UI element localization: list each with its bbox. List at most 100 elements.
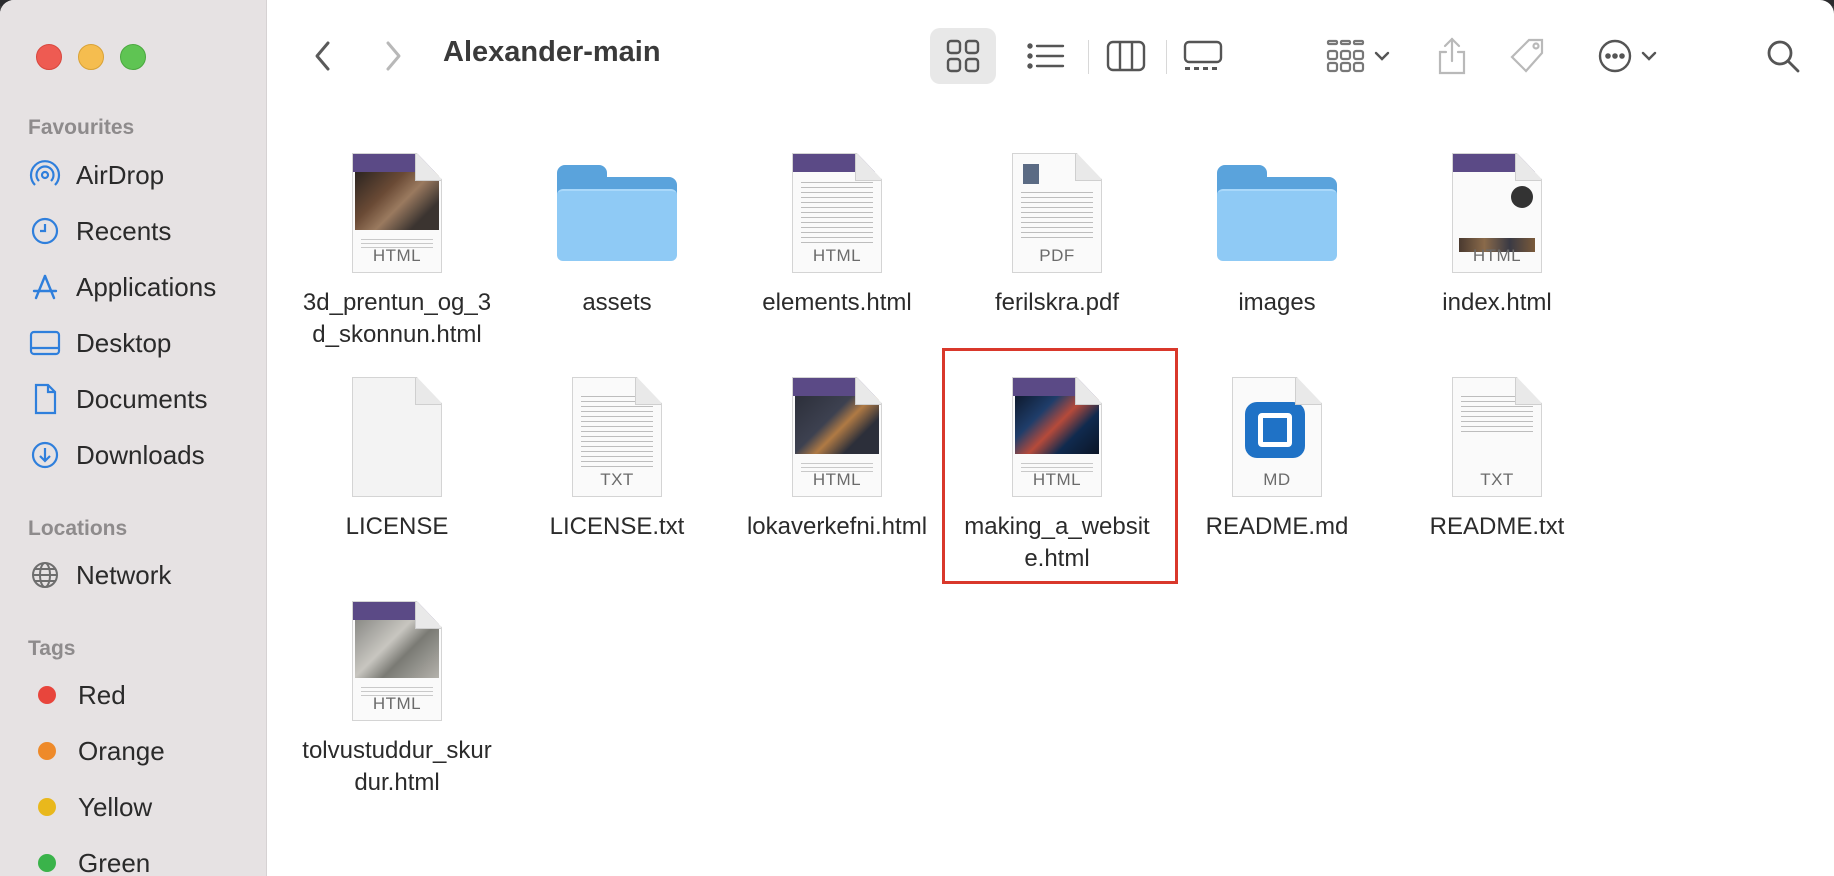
group-icon [1326, 39, 1365, 73]
globe-icon [28, 558, 62, 592]
sidebar-item-label: Recents [76, 215, 172, 246]
columns-icon [1106, 40, 1146, 72]
sidebar-item-network[interactable]: Network [28, 555, 171, 595]
share-icon [1438, 37, 1466, 75]
orange-tag-dot [38, 742, 56, 760]
text-file-icon: TXT [502, 362, 732, 497]
file-name: tolvustuddur_skur [302, 737, 492, 764]
file-item[interactable]: LICENSE [282, 362, 512, 543]
folder-icon [502, 138, 732, 273]
gallery-icon [1183, 40, 1223, 70]
toolbar-separator [1166, 40, 1167, 74]
sidebar-section-tags: Tags [28, 637, 76, 660]
file-name: ferilskra.pdf [994, 289, 1120, 316]
chevron-left-icon [315, 41, 330, 71]
file-name: d_skonnun.html [312, 321, 482, 348]
list-view-button[interactable] [1016, 28, 1076, 84]
forward-button[interactable] [376, 36, 410, 76]
search-button[interactable] [1762, 32, 1804, 80]
sidebar-item-label: Downloads [76, 439, 205, 470]
file-name: elements.html [762, 289, 912, 316]
desktop-icon [28, 326, 62, 360]
file-item[interactable]: TXT README.txt [1382, 362, 1612, 543]
selection-highlight [942, 348, 1178, 584]
download-icon [28, 438, 62, 472]
tag-icon [1510, 38, 1544, 73]
group-by-button[interactable] [1318, 28, 1398, 84]
file-name: README.txt [1429, 513, 1565, 540]
sidebar-tag-red[interactable]: Red [28, 675, 126, 715]
sidebar-item-label: Documents [76, 383, 208, 414]
clock-icon [28, 214, 62, 248]
gallery-view-button[interactable] [1172, 28, 1234, 84]
file-item[interactable]: TXT LICENSE.txt [502, 362, 732, 543]
minimize-window-button[interactable] [78, 44, 104, 70]
more-actions-button[interactable] [1590, 28, 1664, 84]
applications-icon [28, 270, 62, 304]
sidebar-item-recents[interactable]: Recents [28, 211, 171, 251]
sidebar-item-downloads[interactable]: Downloads [28, 435, 205, 475]
close-window-button[interactable] [36, 44, 62, 70]
file-name: index.html [1442, 289, 1552, 316]
search-icon [1767, 40, 1800, 73]
text-file-icon: TXT [1382, 362, 1612, 497]
sidebar-section-locations: Locations [28, 517, 128, 540]
airdrop-icon [28, 158, 62, 192]
folder-icon [1162, 138, 1392, 273]
file-name: dur.html [354, 769, 440, 796]
blank-file-icon [282, 362, 512, 497]
file-item[interactable]: HTML tolvustuddur_skur dur.html [282, 586, 512, 799]
html-file-icon: HTML [282, 138, 512, 273]
file-item[interactable]: HTML elements.html [722, 138, 952, 319]
sidebar-section-favourites: Favourites [28, 116, 135, 139]
icon-view-button[interactable] [930, 28, 996, 84]
sidebar: Favourites AirDrop Recents Applications … [0, 0, 267, 876]
finder-window: Favourites AirDrop Recents Applications … [0, 0, 1834, 876]
sidebar-item-airdrop[interactable]: AirDrop [28, 155, 164, 195]
file-name: LICENSE.txt [549, 513, 685, 540]
sidebar-item-label: Desktop [76, 327, 172, 358]
file-item[interactable]: PDF ferilskra.pdf [942, 138, 1172, 319]
html-file-icon: HTML [1382, 138, 1612, 273]
file-item[interactable]: MD README.md [1162, 362, 1392, 543]
file-item[interactable]: HTML 3d_prentun_og_3 d_skonnun.html [282, 138, 512, 351]
html-file-icon: HTML [722, 362, 952, 497]
chevron-down-icon [1374, 51, 1390, 61]
sidebar-item-label: Network [76, 559, 172, 590]
file-name: README.md [1205, 513, 1349, 540]
back-button[interactable] [306, 36, 340, 76]
sidebar-tag-orange[interactable]: Orange [28, 731, 165, 771]
sidebar-item-label: Orange [78, 735, 165, 766]
ellipsis-circle-icon [1598, 39, 1632, 73]
tags-button[interactable] [1506, 28, 1550, 84]
sidebar-item-documents[interactable]: Documents [28, 379, 208, 419]
sidebar-item-label: Green [78, 847, 151, 876]
sidebar-item-label: Yellow [78, 791, 153, 822]
red-tag-dot [38, 686, 56, 704]
share-button[interactable] [1432, 28, 1472, 84]
column-view-button[interactable] [1096, 28, 1156, 84]
folder-item[interactable]: assets [502, 138, 732, 319]
sidebar-tag-green[interactable]: Green [28, 843, 150, 876]
file-item[interactable]: HTML lokaverkefni.html [722, 362, 952, 543]
pdf-file-icon: PDF [942, 138, 1172, 273]
markdown-file-icon: MD [1162, 362, 1392, 497]
sidebar-item-label: Red [78, 679, 126, 710]
file-name: assets [582, 289, 652, 316]
window-title: Alexander-main [443, 36, 661, 68]
file-name: images [1238, 289, 1316, 316]
zoom-window-button[interactable] [120, 44, 146, 70]
sidebar-item-applications[interactable]: Applications [28, 267, 216, 307]
sidebar-tag-yellow[interactable]: Yellow [28, 787, 152, 827]
sidebar-item-desktop[interactable]: Desktop [28, 323, 171, 363]
grid-icon [946, 39, 980, 73]
file-item[interactable]: HTML index.html [1382, 138, 1612, 319]
file-name: lokaverkefni.html [746, 513, 928, 540]
sidebar-item-label: AirDrop [76, 159, 165, 190]
green-tag-dot [38, 854, 56, 872]
folder-item[interactable]: images [1162, 138, 1392, 319]
sidebar-item-label: Applications [76, 271, 217, 302]
document-icon [28, 382, 62, 416]
list-icon [1027, 43, 1065, 69]
window-controls [36, 44, 146, 70]
